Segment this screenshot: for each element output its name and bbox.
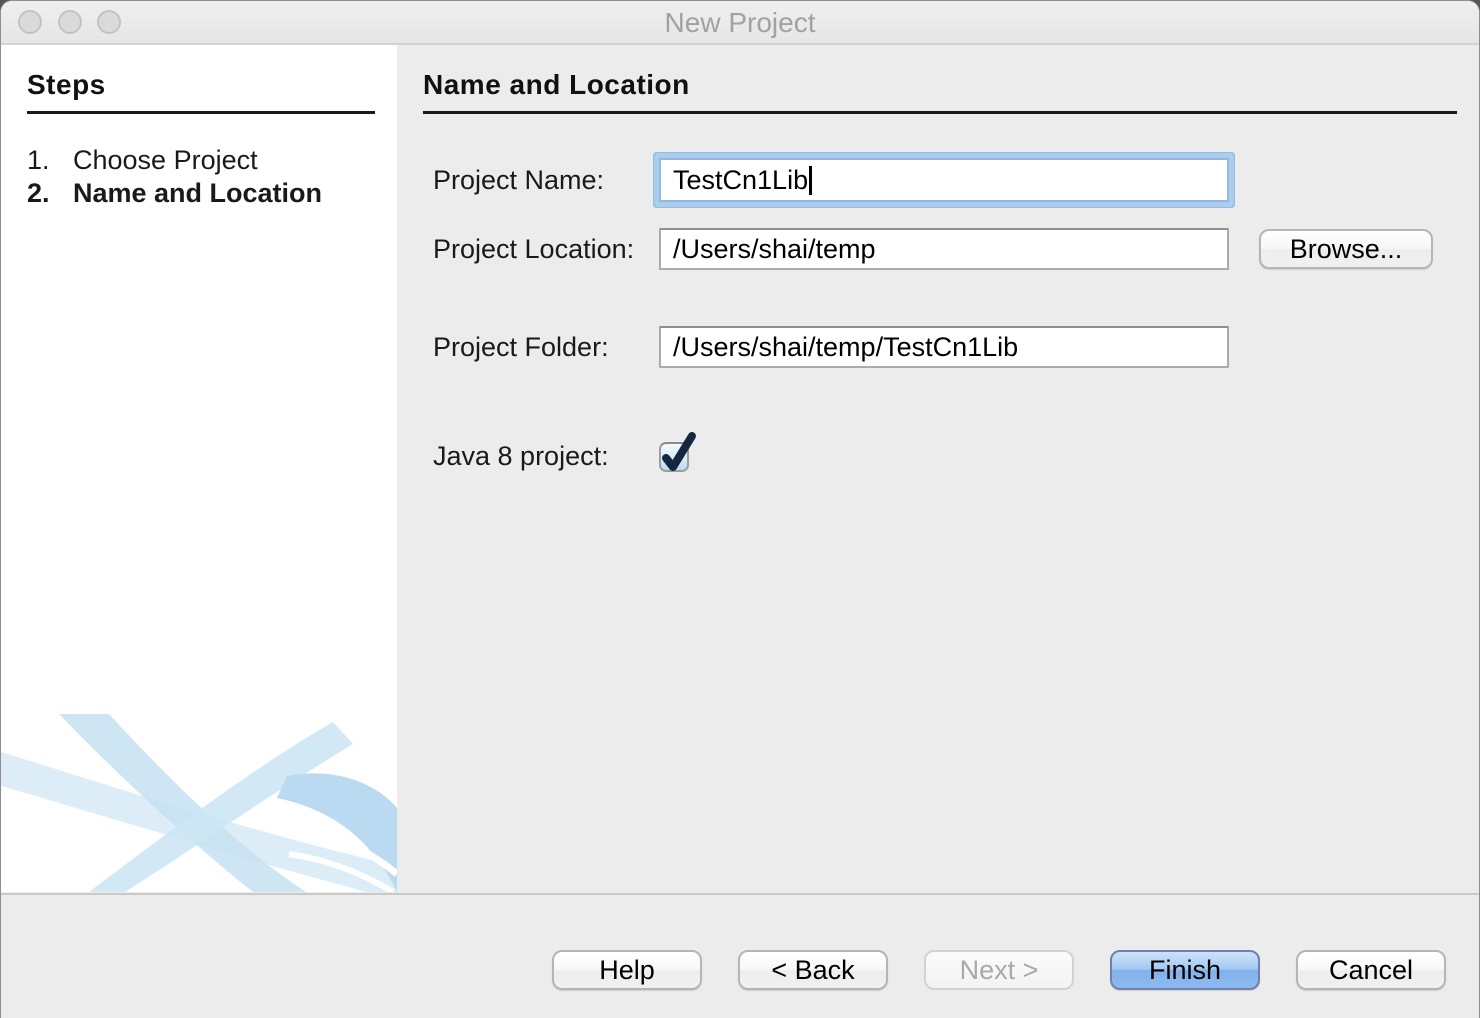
dialog-button-bar: Help < Back Next > Finish Cancel bbox=[1, 893, 1479, 1018]
back-button[interactable]: < Back bbox=[738, 950, 888, 990]
help-button[interactable]: Help bbox=[552, 950, 702, 990]
step-label: Choose Project bbox=[73, 144, 258, 177]
netbeans-swoosh-graphic bbox=[1, 714, 397, 892]
step-name-and-location: 2. Name and Location bbox=[27, 177, 375, 210]
new-project-dialog: New Project Steps 1. Choose Project 2. N… bbox=[0, 0, 1480, 1018]
steps-list: 1. Choose Project 2. Name and Location bbox=[27, 144, 375, 210]
cancel-button[interactable]: Cancel bbox=[1296, 950, 1446, 990]
project-name-input[interactable] bbox=[659, 158, 1229, 202]
steps-sidebar: Steps 1. Choose Project 2. Name and Loca… bbox=[1, 45, 397, 892]
text-cursor bbox=[809, 166, 812, 195]
checkmark-icon bbox=[659, 430, 699, 474]
step-number: 2. bbox=[27, 177, 73, 210]
project-folder-label: Project Folder: bbox=[433, 332, 659, 363]
project-location-input[interactable] bbox=[659, 228, 1229, 270]
finish-button[interactable]: Finish bbox=[1110, 950, 1260, 990]
step-label: Name and Location bbox=[73, 177, 322, 210]
panel-heading: Name and Location bbox=[423, 69, 1457, 114]
browse-button[interactable]: Browse... bbox=[1259, 229, 1433, 269]
step-choose-project: 1. Choose Project bbox=[27, 144, 375, 177]
java8-project-label: Java 8 project: bbox=[433, 441, 659, 472]
project-name-field-wrap bbox=[659, 158, 1229, 202]
window-title: New Project bbox=[1, 1, 1479, 45]
project-name-label: Project Name: bbox=[433, 165, 659, 196]
step-number: 1. bbox=[27, 144, 73, 177]
next-button: Next > bbox=[924, 950, 1074, 990]
project-folder-input[interactable] bbox=[659, 326, 1229, 368]
java8-checkbox[interactable] bbox=[659, 442, 689, 472]
steps-heading: Steps bbox=[27, 69, 375, 114]
name-and-location-panel: Name and Location Project Name: Project … bbox=[397, 45, 1479, 892]
titlebar: New Project bbox=[1, 1, 1479, 45]
project-location-label: Project Location: bbox=[433, 234, 659, 265]
